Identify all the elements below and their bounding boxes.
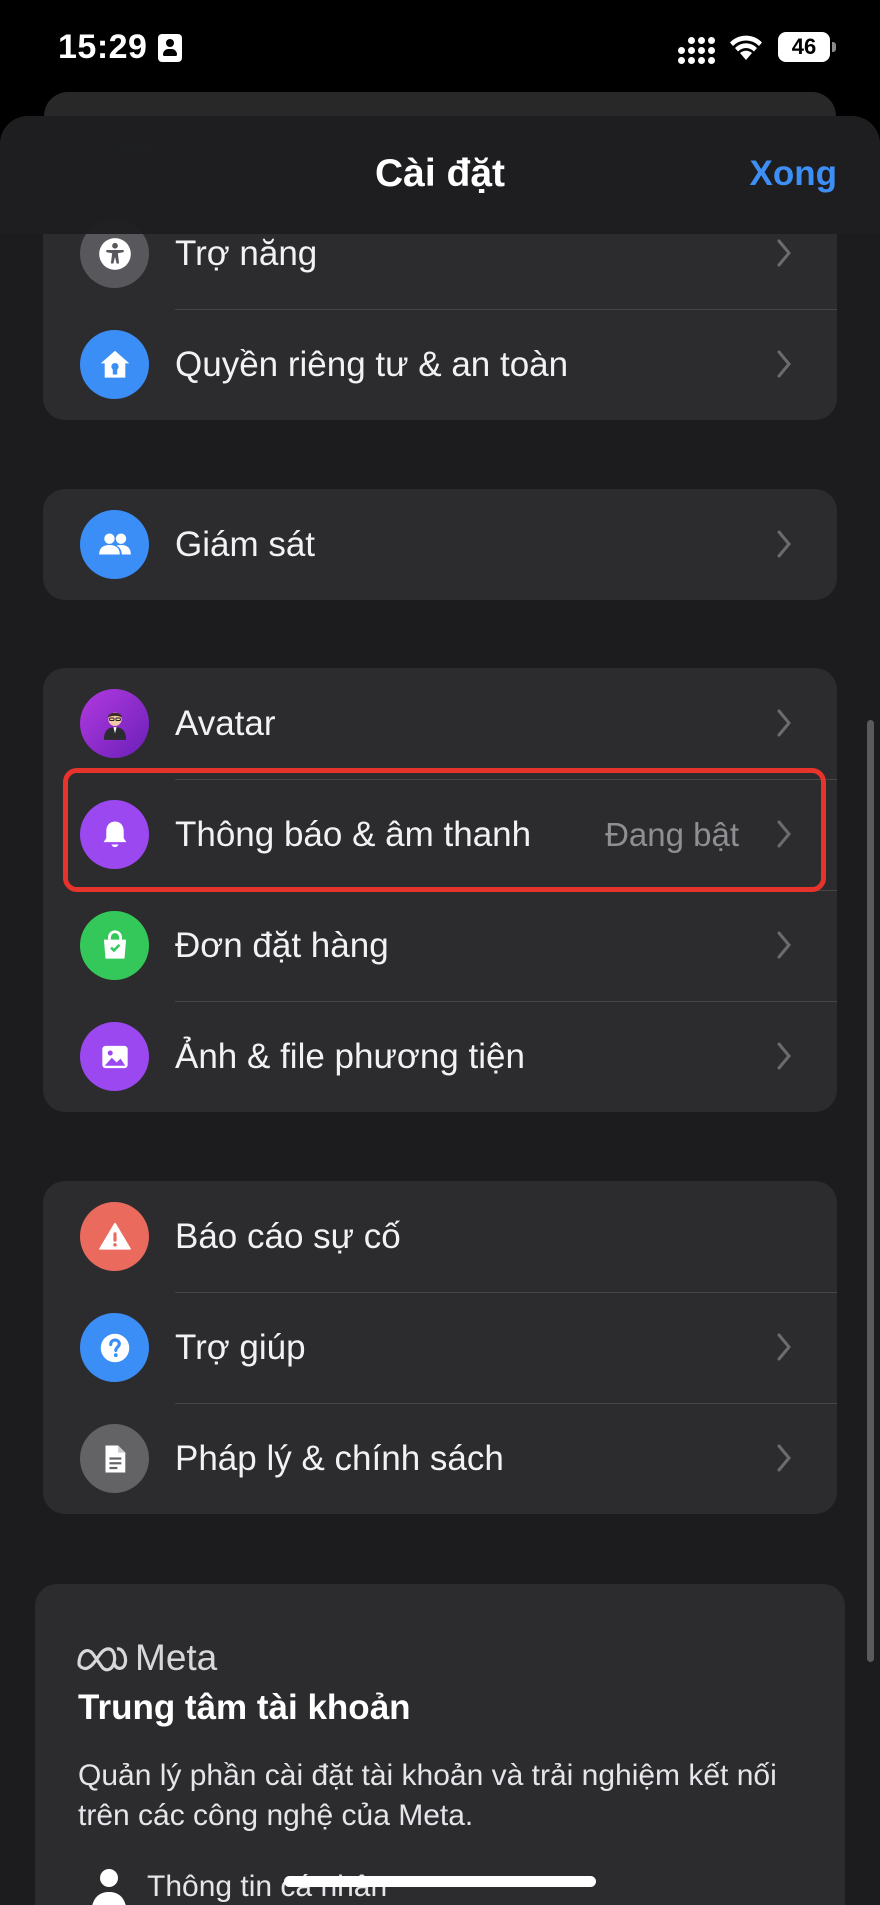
chevron-right-icon — [777, 1444, 791, 1472]
signal-icon — [678, 36, 718, 64]
privacy-home-icon — [80, 330, 149, 399]
meta-logo-text: Meta — [135, 1637, 218, 1678]
meta-logo: Meta — [75, 1637, 218, 1678]
row-orders[interactable]: Đơn đặt hàng — [43, 890, 837, 1001]
status-time: 15:29 — [58, 28, 148, 66]
scrollbar[interactable] — [867, 720, 874, 1662]
chevron-right-icon — [777, 350, 791, 378]
home-indicator[interactable] — [284, 1876, 596, 1887]
row-privacy-safety[interactable]: Quyền riêng tư & an toàn — [43, 309, 837, 420]
person-icon — [92, 1869, 126, 1905]
wifi-icon — [730, 35, 762, 60]
shopping-bag-icon — [80, 911, 149, 980]
meta-infinity-icon — [77, 1647, 128, 1672]
row-legal-policies[interactable]: Pháp lý & chính sách — [43, 1403, 837, 1514]
avatar-icon — [80, 689, 149, 758]
done-button[interactable]: Xong — [750, 154, 837, 194]
chevron-right-icon — [777, 1333, 791, 1361]
row-photos-media[interactable]: Ảnh & file phương tiện — [43, 1001, 837, 1112]
row-supervision[interactable]: Giám sát — [43, 489, 837, 600]
contact-card-icon — [158, 34, 182, 62]
row-label: Avatar — [175, 704, 276, 743]
row-report-problem[interactable]: Báo cáo sự cố — [43, 1181, 837, 1292]
page-title: Cài đặt — [374, 152, 506, 195]
row-label: Trợ giúp — [175, 1328, 306, 1367]
row-label: Giám sát — [175, 525, 316, 564]
photo-icon — [80, 1022, 149, 1091]
row-avatar[interactable]: Avatar — [43, 668, 837, 779]
document-icon — [80, 1424, 149, 1493]
people-icon — [80, 510, 149, 579]
warning-icon — [80, 1202, 149, 1271]
row-label: Pháp lý & chính sách — [175, 1439, 504, 1478]
battery-indicator: 46 — [778, 32, 836, 62]
chevron-right-icon — [777, 709, 791, 737]
chevron-right-icon — [777, 1042, 791, 1070]
accounts-center-title: Trung tâm tài khoản — [78, 1688, 411, 1727]
chevron-right-icon — [777, 239, 791, 267]
chevron-right-icon — [777, 530, 791, 558]
settings-group-support: Báo cáo sự cố Trợ giúp Pháp lý & chính s… — [43, 1181, 837, 1514]
status-bar: 15:29 46 — [0, 0, 880, 100]
help-icon — [80, 1313, 149, 1382]
accounts-center-card[interactable]: Meta Trung tâm tài khoản Quản lý phần cà… — [35, 1584, 845, 1905]
row-label: Đơn đặt hàng — [175, 926, 389, 965]
row-help[interactable]: Trợ giúp — [43, 1292, 837, 1403]
settings-group-supervision: Giám sát — [43, 489, 837, 600]
row-label: Ảnh & file phương tiện — [175, 1037, 525, 1076]
highlight-box — [63, 768, 826, 892]
chevron-right-icon — [777, 931, 791, 959]
row-label: Quyền riêng tư & an toàn — [175, 345, 569, 384]
nav-bar: Cài đặt Xong — [0, 116, 880, 234]
row-label: Báo cáo sự cố — [175, 1217, 401, 1256]
accounts-center-description: Quản lý phần cài đặt tài khoản và trải n… — [78, 1759, 777, 1832]
